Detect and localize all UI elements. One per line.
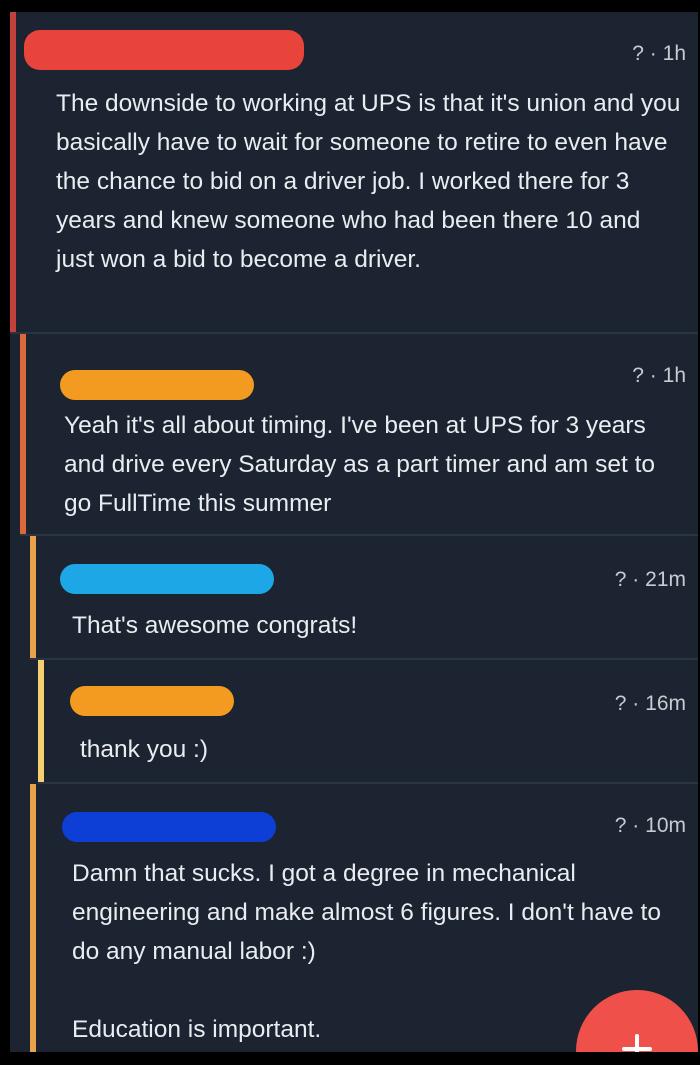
comment-meta: ? · 1h (632, 42, 686, 65)
comment-body: That's awesome congrats! (72, 612, 358, 639)
redacted-username (70, 686, 234, 716)
comment-body: The downside to working at UPS is that i… (56, 90, 681, 273)
comment-meta: ? · 1h (632, 364, 686, 387)
redacted-username (60, 564, 274, 594)
comment-meta: ? · 10m (614, 814, 686, 837)
redacted-username (60, 370, 254, 400)
thread-depth-line (20, 334, 26, 534)
comment-meta: ? · 21m (614, 568, 686, 591)
thread-depth-line (38, 660, 44, 782)
redacted-username (24, 30, 304, 70)
comment-meta: ? · 16m (614, 692, 686, 715)
comment-3[interactable]: ? · 21m That's awesome congrats! (30, 536, 698, 660)
redacted-username (62, 812, 276, 842)
comment-thread-screen: ? · 1h The downside to working at UPS is… (10, 12, 698, 1052)
thread-depth-line (10, 12, 16, 332)
comment-body: Damn that sucks. I got a degree in mecha… (72, 860, 661, 965)
thread-depth-line (30, 784, 36, 1052)
plus-icon (622, 1034, 652, 1052)
thread-depth-line (30, 536, 36, 658)
comment-body: Yeah it's all about timing. I've been at… (64, 412, 656, 517)
comment-2[interactable]: ? · 1h Yeah it's all about timing. I've … (20, 334, 698, 536)
comment-body: thank you :) (80, 736, 209, 763)
comment-1[interactable]: ? · 1h The downside to working at UPS is… (10, 12, 698, 334)
comment-4[interactable]: ? · 16m thank you :) (38, 660, 698, 784)
